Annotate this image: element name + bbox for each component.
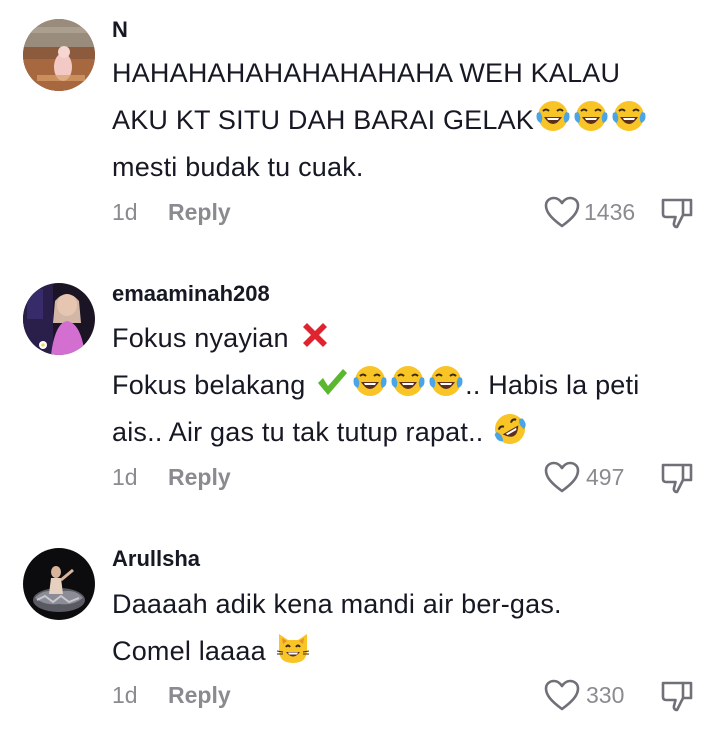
heart-outline-icon[interactable] <box>543 678 581 712</box>
comment-line: Daaaah adik kena mandi air ber-gas. <box>112 589 562 619</box>
reply-button[interactable]: Reply <box>168 682 231 709</box>
comment-timestamp: 1d <box>112 682 138 708</box>
thumbs-down-icon[interactable] <box>660 679 694 713</box>
comment-line-text: Comel laaaa <box>112 636 266 666</box>
comment-username[interactable]: Arullsha <box>112 546 200 572</box>
like-count: 330 <box>586 682 625 708</box>
comment-text: Daaaah adik kena mandi air ber-gas. Come… <box>112 581 702 675</box>
avatar[interactable] <box>23 548 95 620</box>
comment-item: Arullsha Daaaah adik kena mandi air ber-… <box>0 0 720 733</box>
grinning-cat-icon <box>275 630 311 666</box>
comment-line: Comel laaaa <box>112 628 702 675</box>
